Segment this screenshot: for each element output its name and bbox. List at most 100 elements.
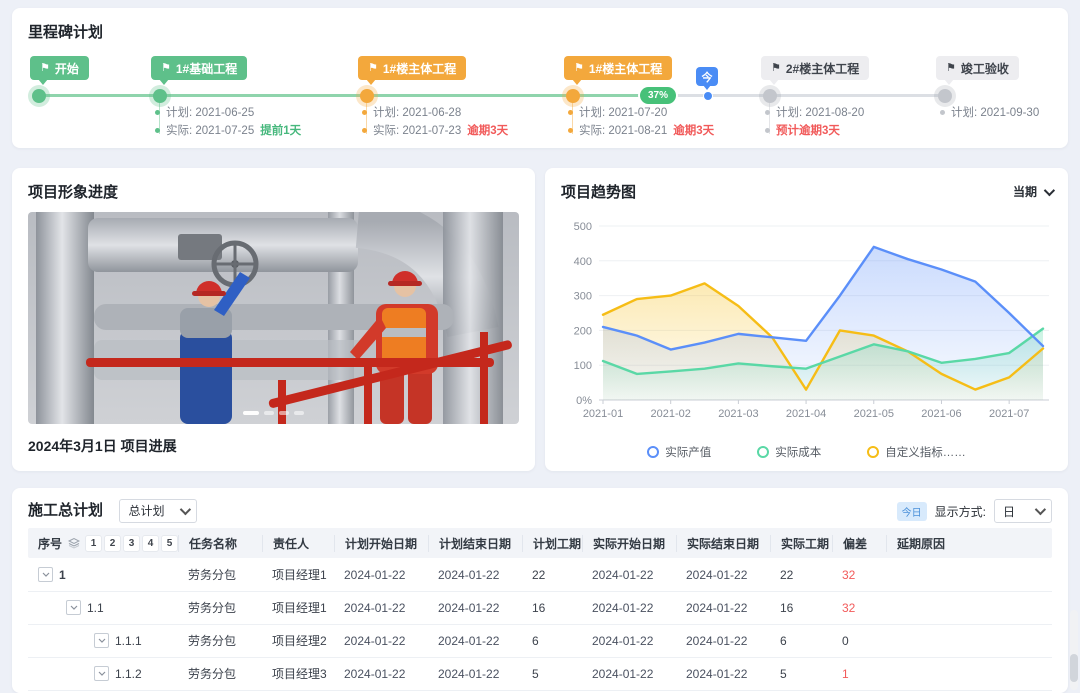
carousel-dot[interactable] [243, 411, 259, 415]
cell-deviation: 0 [832, 634, 886, 648]
cell-task: 劳务分包 [178, 632, 262, 649]
cell-deviation: 32 [832, 601, 886, 615]
row-expander-icon[interactable] [94, 666, 109, 681]
flag-icon: ⚑ [946, 63, 956, 74]
milestone-card-title: 里程碑计划 [28, 21, 103, 42]
column-delay-reason: 延期原因 [886, 535, 1052, 552]
cell-plan-end: 2024-01-22 [428, 568, 522, 582]
timeline-completed-segment [39, 94, 652, 97]
svg-text:400: 400 [574, 256, 592, 268]
flag-icon: ⚑ [161, 63, 171, 74]
progress-percent-pill: 37% [640, 87, 676, 104]
construction-plan-card: 施工总计划 总计划 今日 显示方式: 日 序号 [12, 488, 1068, 693]
milestone-badge-acceptance[interactable]: ⚑ 竣工验收 [936, 56, 1019, 80]
cell-task: 劳务分包 [178, 566, 262, 583]
project-progress-photo-card: 项目形象进度 [12, 168, 535, 471]
legend-marker-icon [757, 446, 769, 458]
carousel-dot[interactable] [279, 411, 289, 415]
cell-actual-end: 2024-01-22 [676, 634, 770, 648]
chevron-down-icon [1035, 504, 1046, 515]
table-row: 1 劳务分包 项目经理1 2024-01-22 2024-01-22 22 20… [28, 558, 1052, 592]
milestone-actual-date: 实际: 2021-08-21 逾期3天 [568, 122, 714, 138]
legend-item-cost[interactable]: 实际成本 [757, 444, 821, 460]
svg-text:200: 200 [574, 325, 592, 337]
bullet-icon [765, 128, 770, 133]
project-trend-card: 项目趋势图 当期 0%1002003004005002021-012021-02… [545, 168, 1068, 471]
cell-plan-days: 22 [522, 568, 582, 582]
milestone-forecast: 预计逾期3天 [765, 122, 840, 138]
level-button-4[interactable]: 4 [143, 536, 158, 551]
trend-chart: 0%1002003004005002021-012021-022021-0320… [557, 212, 1056, 438]
milestone-plan-date: 计划: 2021-06-28 [362, 104, 461, 120]
cell-plan-start: 2024-01-22 [334, 667, 428, 681]
milestone-node-building2 [763, 89, 777, 103]
cell-plan-end: 2024-01-22 [428, 667, 522, 681]
row-seq: 1.1 [87, 601, 104, 615]
milestone-label: 1#楼主体工程 [589, 60, 662, 77]
svg-text:2021-05: 2021-05 [854, 408, 894, 420]
milestone-label: 1#基础工程 [176, 60, 237, 77]
legend-item-custom[interactable]: 自定义指标…… [867, 444, 966, 460]
cell-deviation: 1 [832, 667, 886, 681]
level-button-1[interactable]: 1 [86, 536, 101, 551]
bullet-icon [362, 110, 367, 115]
cell-plan-end: 2024-01-22 [428, 634, 522, 648]
level-button-3[interactable]: 3 [124, 536, 139, 551]
carousel-dot[interactable] [294, 411, 304, 415]
row-expander-icon[interactable] [94, 633, 109, 648]
milestone-label: 1#楼主体工程 [383, 60, 456, 77]
plan-type-select[interactable]: 总计划 [119, 499, 197, 523]
carousel-dot[interactable] [264, 411, 274, 415]
cell-plan-days: 6 [522, 634, 582, 648]
milestone-label: 竣工验收 [961, 60, 1009, 77]
chart-legend: 实际产值 实际成本 自定义指标…… [545, 444, 1068, 460]
chart-card-title: 项目趋势图 [561, 181, 636, 202]
column-actual-end: 实际结束日期 [676, 535, 770, 552]
progress-photo [28, 212, 519, 424]
cell-actual-start: 2024-01-22 [582, 601, 676, 615]
cell-plan-start: 2024-01-22 [334, 601, 428, 615]
period-dropdown[interactable]: 当期 [1013, 183, 1052, 200]
cell-owner: 项目经理1 [262, 599, 334, 616]
bullet-icon [155, 110, 160, 115]
column-plan-start: 计划开始日期 [334, 535, 428, 552]
display-mode-select[interactable]: 日 [994, 499, 1052, 523]
milestone-label: 开始 [55, 60, 79, 77]
level-button-2[interactable]: 2 [105, 536, 120, 551]
cell-owner: 项目经理2 [262, 632, 334, 649]
milestone-node-start [32, 89, 46, 103]
cell-actual-days: 5 [770, 667, 832, 681]
milestone-badge-building2[interactable]: ⚑ 2#楼主体工程 [761, 56, 869, 80]
cell-plan-end: 2024-01-22 [428, 601, 522, 615]
milestone-badge-start[interactable]: ⚑ 开始 [30, 56, 89, 80]
cell-plan-days: 5 [522, 667, 582, 681]
status-badge: 提前1天 [260, 122, 301, 138]
column-deviation: 偏差 [832, 535, 886, 552]
cell-plan-start: 2024-01-22 [334, 568, 428, 582]
column-actual-days: 实际工期 [770, 535, 832, 552]
row-expander-icon[interactable] [38, 567, 53, 582]
photo-card-title: 项目形象进度 [28, 181, 118, 202]
cell-actual-start: 2024-01-22 [582, 634, 676, 648]
svg-text:2021-07: 2021-07 [989, 408, 1029, 420]
level-button-5[interactable]: 5 [162, 536, 177, 551]
row-expander-icon[interactable] [66, 600, 81, 615]
cell-plan-start: 2024-01-22 [334, 634, 428, 648]
milestone-badge-main-structure-2[interactable]: ⚑ 1#楼主体工程 [564, 56, 672, 80]
svg-text:500: 500 [574, 221, 592, 233]
legend-item-output[interactable]: 实际产值 [647, 444, 711, 460]
svg-text:2021-06: 2021-06 [921, 408, 961, 420]
page-scrollbar[interactable] [1070, 610, 1078, 690]
photo-carousel [28, 411, 519, 415]
timeline-remaining-segment [652, 94, 945, 97]
scrollbar-thumb[interactable] [1070, 654, 1078, 682]
table-header-row: 序号 1 2 3 4 5 任务名称 责任人 计划开始日期 计划结束日期 计划工期… [28, 528, 1052, 558]
chevron-down-icon [180, 504, 191, 515]
cell-actual-days: 22 [770, 568, 832, 582]
milestone-badge-foundation[interactable]: ⚑ 1#基础工程 [151, 56, 247, 80]
cell-actual-start: 2024-01-22 [582, 568, 676, 582]
milestone-badge-main-structure-1[interactable]: ⚑ 1#楼主体工程 [358, 56, 466, 80]
today-tag: 今日 [897, 502, 927, 521]
status-badge: 逾期3天 [467, 122, 508, 138]
column-owner: 责任人 [262, 535, 334, 552]
